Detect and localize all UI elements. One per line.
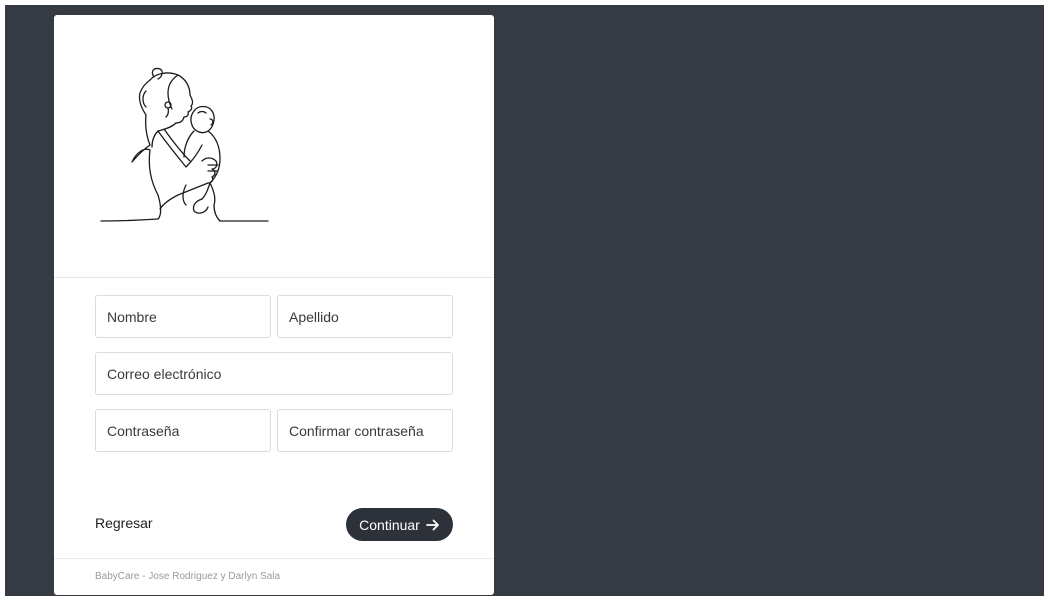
continue-button[interactable]: Continuar <box>346 508 453 541</box>
signup-card: Regresar Continuar BabyCare - Jose Rodri… <box>54 15 494 595</box>
confirm-password-input[interactable] <box>277 409 453 452</box>
arrow-right-icon <box>425 519 440 531</box>
mother-baby-illustration-icon <box>100 67 269 222</box>
app-background: Regresar Continuar BabyCare - Jose Rodri… <box>5 5 1044 596</box>
first-name-input[interactable] <box>95 295 271 338</box>
email-input[interactable] <box>95 352 453 395</box>
footer-divider <box>54 558 494 559</box>
back-link[interactable]: Regresar <box>95 515 153 531</box>
header-divider <box>54 277 494 278</box>
continue-button-label: Continuar <box>359 516 420 533</box>
last-name-input[interactable] <box>277 295 453 338</box>
footer-credits: BabyCare - Jose Rodriguez y Darlyn Sala <box>95 571 281 582</box>
password-input[interactable] <box>95 409 271 452</box>
illustration <box>54 15 494 277</box>
